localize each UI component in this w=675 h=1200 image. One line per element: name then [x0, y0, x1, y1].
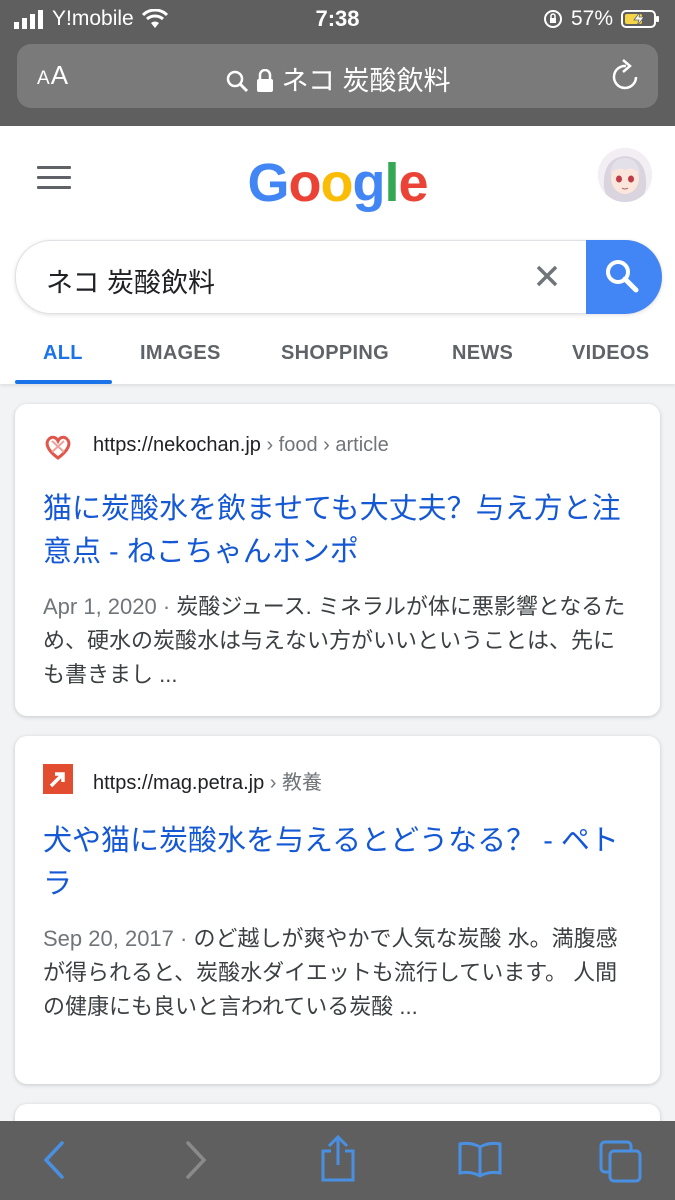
bookmarks-icon[interactable]: [457, 1139, 503, 1179]
tab-videos[interactable]: VIDEOS: [572, 342, 649, 365]
result-title-link[interactable]: 犬や猫に炭酸水を与えるとどうなる？ - ペトラ: [43, 820, 643, 906]
search-icon: [606, 260, 639, 293]
address-query: ネコ 炭酸飲料: [281, 66, 451, 96]
browser-toolbar: [0, 1121, 675, 1200]
orientation-lock-icon: [543, 10, 562, 28]
google-header: Google ネコ 炭酸飲料 ALL IMAGES SHOPPING NEWS …: [0, 126, 675, 384]
search-result-card: https://nekochan.jp › food › article 猫に炭…: [15, 404, 660, 716]
tab-all[interactable]: ALL: [43, 342, 83, 365]
result-date: Apr 1, 2020 ·: [43, 594, 177, 619]
clear-icon[interactable]: [534, 263, 560, 289]
avatar[interactable]: [598, 148, 652, 202]
result-url[interactable]: https://nekochan.jp › food › article: [93, 434, 389, 457]
result-snippet: Apr 1, 2020 · 炭酸ジュース. ミネラルが体に悪影響となるため、硬水…: [43, 590, 633, 692]
address-text[interactable]: ネコ 炭酸飲料: [17, 59, 658, 98]
result-date: Sep 20, 2017 ·: [43, 926, 194, 951]
search-icon: [226, 70, 248, 93]
address-bar[interactable]: AA ネコ 炭酸飲料: [17, 44, 658, 108]
battery-percent: 57%: [570, 7, 613, 30]
google-logo[interactable]: Google: [0, 152, 675, 214]
result-url[interactable]: https://mag.petra.jp › 教養: [93, 766, 322, 795]
lock-icon: [257, 68, 274, 92]
search-button[interactable]: [586, 240, 662, 314]
tab-images[interactable]: IMAGES: [140, 342, 221, 365]
result-site: https://nekochan.jp: [93, 434, 261, 456]
back-icon[interactable]: [40, 1139, 70, 1181]
active-tab-indicator: [15, 380, 112, 384]
search-input[interactable]: ネコ 炭酸飲料: [46, 261, 215, 300]
browser-address-area: AA ネコ 炭酸飲料: [0, 40, 675, 126]
share-icon[interactable]: [318, 1135, 358, 1183]
result-snippet: Sep 20, 2017 · のど越しが爽やかで人気な炭酸 水。満腹感が得られる…: [43, 922, 633, 1024]
tabs-icon[interactable]: [598, 1139, 644, 1183]
reload-icon[interactable]: [610, 58, 642, 92]
forward-icon[interactable]: [180, 1139, 210, 1181]
status-bar: Y!mobile 7:38 57%: [0, 0, 675, 40]
battery-charging-icon: [621, 10, 659, 28]
result-breadcrumb: › food › article: [266, 434, 389, 456]
tab-shopping[interactable]: SHOPPING: [281, 342, 389, 365]
search-box[interactable]: ネコ 炭酸飲料: [15, 240, 662, 314]
nekochan-favicon-icon: [45, 435, 71, 460]
search-result-card: [15, 1104, 660, 1121]
result-site: https://mag.petra.jp: [93, 772, 265, 794]
web-page: Google ネコ 炭酸飲料 ALL IMAGES SHOPPING NEWS …: [0, 126, 675, 1121]
search-result-card: https://mag.petra.jp › 教養 犬や猫に炭酸水を与えるとどう…: [15, 736, 660, 1084]
search-tabs: ALL IMAGES SHOPPING NEWS VIDEOS: [0, 332, 675, 384]
result-breadcrumb: › 教養: [269, 772, 322, 794]
tab-news[interactable]: NEWS: [452, 342, 513, 365]
petra-favicon-icon: [43, 764, 73, 794]
result-title-link[interactable]: 猫に炭酸水を飲ませても大丈夫？与え方と注意点 - ねこちゃんホンポ: [43, 488, 643, 574]
